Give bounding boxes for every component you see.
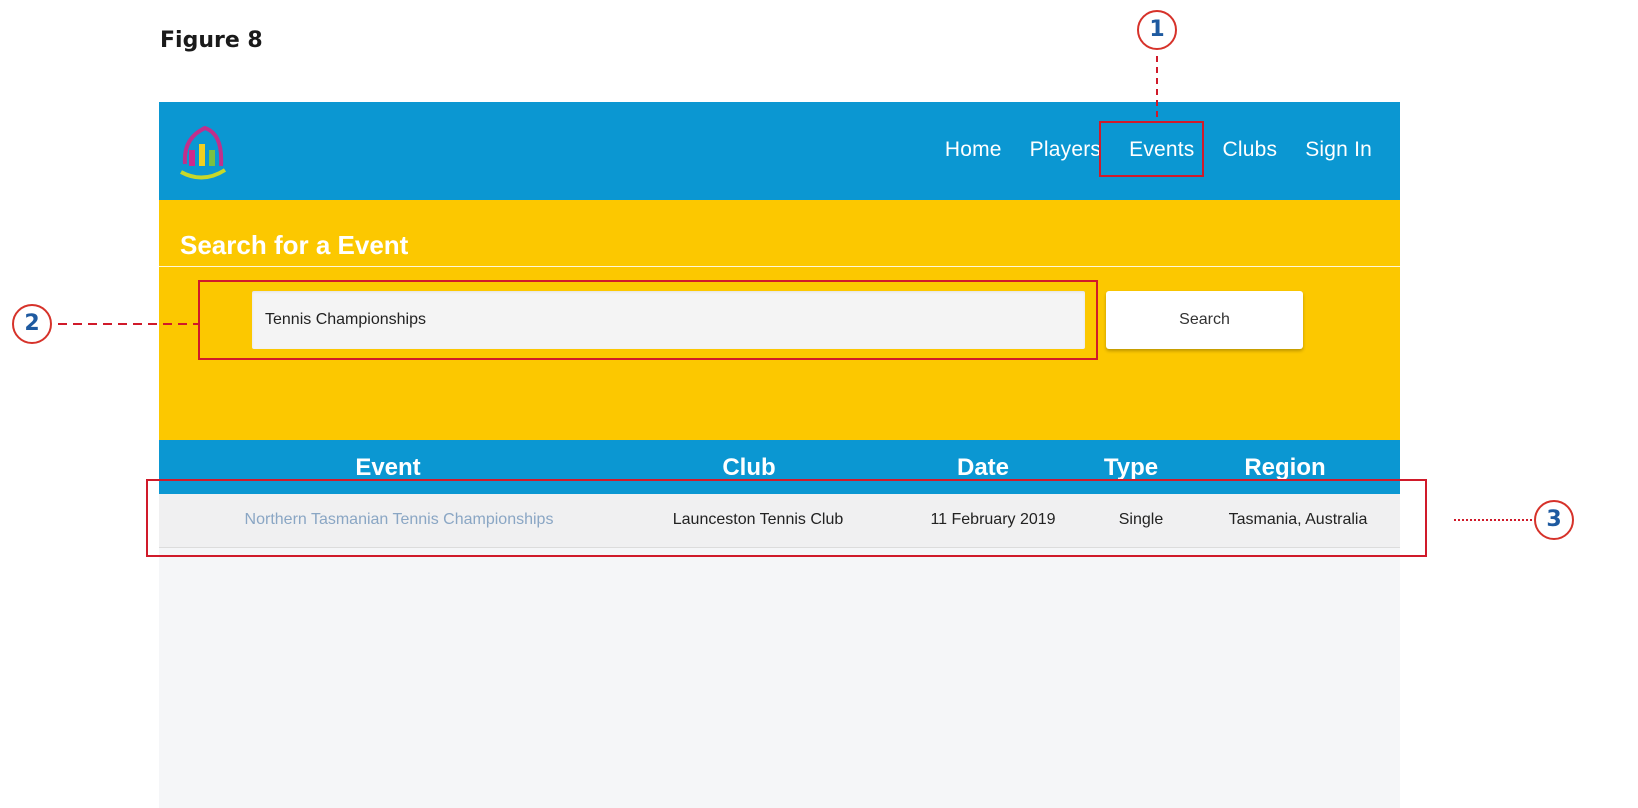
- search-button[interactable]: Search: [1106, 291, 1303, 349]
- column-header-event[interactable]: Event: [355, 454, 420, 482]
- search-heading: Search for a Event: [180, 230, 409, 260]
- callout-3: 3: [1534, 500, 1574, 540]
- callout-2-leader: [58, 323, 198, 325]
- callout-2: 2: [12, 304, 52, 344]
- nav-home[interactable]: Home: [931, 138, 1016, 162]
- annotation-box-search: [198, 280, 1098, 360]
- app-window: Home Players Events Clubs Sign In Search…: [159, 102, 1400, 808]
- annotation-box-events: [1099, 121, 1204, 177]
- callout-3-leader: [1454, 519, 1534, 521]
- top-navbar: Home Players Events Clubs Sign In: [159, 102, 1400, 200]
- column-header-club[interactable]: Club: [722, 454, 775, 482]
- figure-title: Figure 8: [160, 28, 263, 53]
- app-logo-icon[interactable]: [177, 120, 229, 186]
- nav-clubs[interactable]: Clubs: [1209, 138, 1292, 162]
- callout-1-leader: [1156, 56, 1158, 122]
- search-divider: [159, 266, 1400, 267]
- column-header-date[interactable]: Date: [957, 454, 1009, 482]
- callout-1: 1: [1137, 10, 1177, 50]
- annotation-box-result-row: [146, 479, 1427, 557]
- column-header-type[interactable]: Type: [1104, 454, 1158, 482]
- nav-sign-in[interactable]: Sign In: [1291, 138, 1386, 162]
- column-header-region[interactable]: Region: [1244, 454, 1325, 482]
